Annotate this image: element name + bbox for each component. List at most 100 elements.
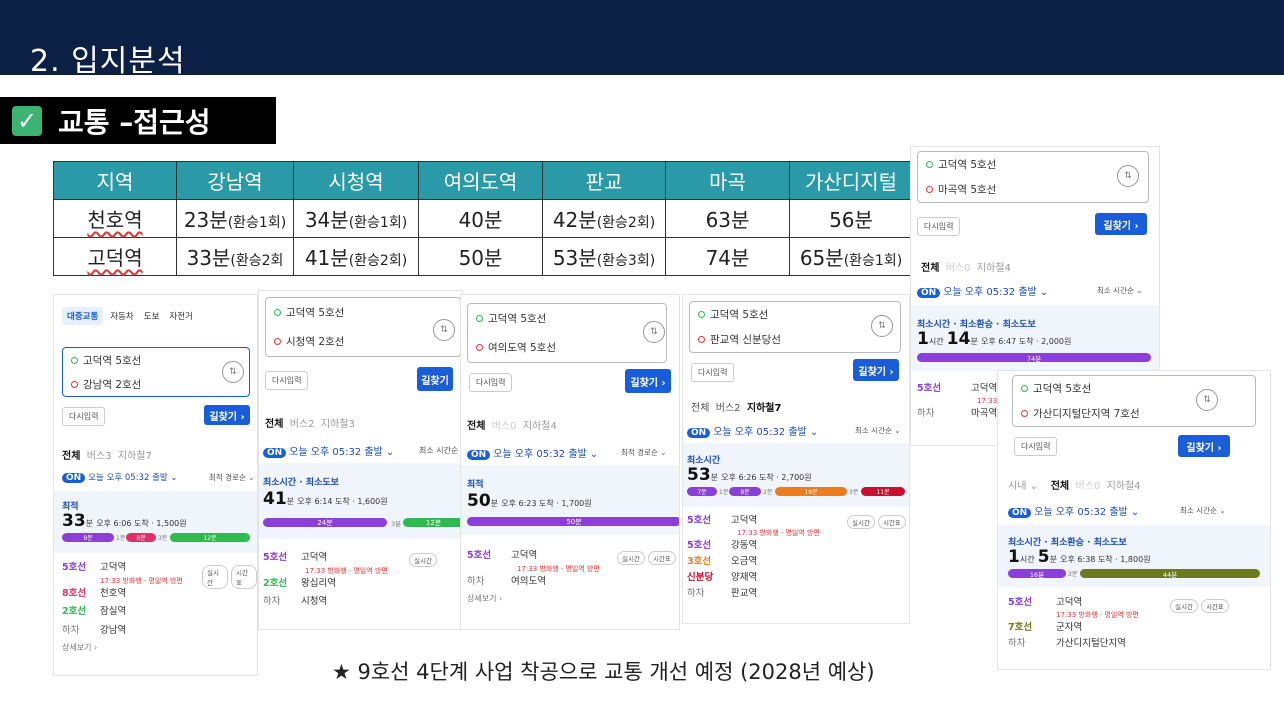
detail-link[interactable]: 상세보기 › <box>467 591 600 606</box>
step: 하차 강남역 <box>62 624 127 636</box>
timetable-button[interactable]: 시간표 <box>877 515 906 529</box>
result-tabs: 전체 버스2 지하철3 <box>265 415 355 430</box>
sort-select[interactable]: 최적 경로순 ⌄ <box>209 472 255 483</box>
swap-icon[interactable]: ⇅ <box>643 321 665 343</box>
realtime-button[interactable]: 실시간 <box>1170 599 1198 613</box>
sort-select[interactable]: 최소 시간순 ⌄ <box>1180 505 1226 516</box>
route-summary[interactable]: 최적 50분 오후 6:23 도착 · 1,700원 50분 <box>461 465 679 535</box>
route-summary[interactable]: 최소시간 · 최소도보 41분 오후 6:14 도착 · 1,600원 24분 … <box>259 463 462 539</box>
tab-region[interactable]: 시내 ⌄ <box>1008 481 1038 492</box>
segment-bar: 8분 <box>729 487 761 496</box>
tab-all[interactable]: 전체 <box>921 263 939 274</box>
sort-select[interactable]: 최소 시간순 ⌄ <box>855 425 901 436</box>
step-actions: 실시간 <box>409 553 437 567</box>
destination-field[interactable]: 여의도역 5호선 <box>468 333 666 362</box>
timetable-button[interactable]: 시간표 <box>647 551 676 565</box>
destination-field[interactable]: 시청역 2호선 <box>266 327 460 356</box>
tab-bus[interactable]: 버스2 <box>716 403 741 414</box>
tab-subway[interactable]: 지하철4 <box>977 263 1011 274</box>
tab-subway[interactable]: 지하철7 <box>747 403 782 414</box>
origin-field[interactable]: 고덕역 5호선 <box>1013 376 1255 401</box>
top-header-bar: 2. 입지분석 <box>0 0 1284 79</box>
time-cell: 41분(환승2회) <box>293 237 419 276</box>
search-button[interactable]: 길찾기 › <box>853 359 899 381</box>
search-button[interactable]: 길찾기 › <box>204 405 250 425</box>
route-summary[interactable]: 최소시간 · 최소환승 · 최소도보 1시간 5분 오후 6:38 도착 · 1… <box>998 525 1270 587</box>
route-input-box: 고덕역 5호선 마곡역 5호선 <box>917 151 1149 203</box>
tab-walk[interactable]: 도보 <box>141 307 163 325</box>
origin-field[interactable]: 고덕역 5호선 <box>468 304 666 333</box>
realtime-button[interactable]: 실시간 <box>617 551 645 565</box>
realtime-button[interactable]: 실시간 <box>409 553 437 567</box>
tab-all[interactable]: 전체 <box>691 403 709 414</box>
reset-button[interactable]: 다시입력 <box>265 371 309 390</box>
step: 하차 여의도역 <box>467 576 546 588</box>
tab-car[interactable]: 자동차 <box>107 307 136 325</box>
realtime-button[interactable]: 실시간 <box>847 515 875 529</box>
origin-field[interactable]: 고덕역 5호선 <box>63 348 249 372</box>
tab-subway[interactable]: 지하철4 <box>523 421 557 432</box>
swap-icon[interactable]: ⇅ <box>1117 165 1139 187</box>
tab-public-transit[interactable]: 대중교통 <box>62 307 104 325</box>
timetable-button[interactable]: 시간표 <box>1200 599 1229 613</box>
destination-field[interactable]: 판교역 신분당선 <box>690 327 900 352</box>
detail-link[interactable]: 상세보기 › <box>62 640 183 655</box>
commute-table: 지역 강남역 시청역 여의도역 판교 마곡 가산디지털 천호역 23분(환승1회… <box>53 161 913 276</box>
realtime-button[interactable]: 실시간 <box>202 565 228 589</box>
col-header: 시청역 <box>293 161 419 200</box>
search-button[interactable]: 길찾기 › <box>625 369 671 393</box>
reset-button[interactable]: 다시입력 <box>62 407 106 426</box>
destination-field[interactable]: 가산디지털단지역 7호선 <box>1013 401 1255 426</box>
route-screenshot-pangyo: 고덕역 5호선 판교역 신분당선 ⇅ 다시입력 길찾기 › 전체 버스2 지하철… <box>682 294 910 624</box>
area-cell: 고덕역 <box>53 237 177 276</box>
route-steps: 5호선 고덕역 17:33 방 하차 마곡역 <box>917 381 1006 422</box>
origin-field[interactable]: 고덕역 5호선 <box>266 298 460 327</box>
sort-select[interactable]: 최적 경로순 ⌄ <box>621 447 667 458</box>
departure-time[interactable]: ON 오늘 오후 05:32 출발 ⌄ <box>467 445 598 460</box>
segment-label: 3분 <box>391 520 402 528</box>
destination-field[interactable]: 마곡역 5호선 <box>918 177 1148 202</box>
route-summary[interactable]: 최소시간 · 최소환승 · 최소도보 1시간 14분 오후 6:47 도착 · … <box>911 305 1159 371</box>
origin-field[interactable]: 고덕역 5호선 <box>918 152 1148 177</box>
reset-button[interactable]: 다시입력 <box>469 373 513 392</box>
reset-button[interactable]: 다시입력 <box>691 363 735 382</box>
tab-bus[interactable]: 버스2 <box>290 419 315 430</box>
tab-all[interactable]: 전체 <box>62 451 80 462</box>
tab-bus[interactable]: 버스0 <box>946 263 971 274</box>
tab-subway[interactable]: 지하철7 <box>118 451 152 462</box>
origin-field[interactable]: 고덕역 5호선 <box>690 302 900 327</box>
tab-all[interactable]: 전체 <box>1051 481 1069 492</box>
route-input-box: 고덕역 5호선 판교역 신분당선 <box>689 301 901 353</box>
departure-time[interactable]: ON 오늘 오후 05:32 출발 ⌄ <box>62 471 178 483</box>
tab-all[interactable]: 전체 <box>467 421 485 432</box>
tab-bike[interactable]: 자전거 <box>166 307 195 325</box>
search-button[interactable]: 길찾기 › <box>1095 213 1147 235</box>
departure-time[interactable]: ON 오늘 오후 05:32 출발 ⌄ <box>263 443 394 458</box>
summary-label: 최적 <box>467 480 484 490</box>
section-banner: ✓ 교통 –접근성 <box>0 97 276 144</box>
tab-subway[interactable]: 지하철4 <box>1107 481 1141 492</box>
tab-all[interactable]: 전체 <box>265 419 283 430</box>
swap-icon[interactable]: ⇅ <box>222 361 244 383</box>
reset-button[interactable]: 다시입력 <box>917 217 961 236</box>
reset-button[interactable]: 다시입력 <box>1014 437 1058 456</box>
sort-select[interactable]: 최소 시간순 ⌄ <box>1097 285 1143 296</box>
timetable-button[interactable]: 시간표 <box>231 565 257 589</box>
swap-icon[interactable]: ⇅ <box>1196 389 1218 411</box>
departure-time[interactable]: ON 오늘 오후 05:32 출발 ⌄ <box>1008 503 1139 518</box>
swap-icon[interactable]: ⇅ <box>433 319 455 341</box>
tab-bus[interactable]: 버스0 <box>492 421 517 432</box>
tab-bus[interactable]: 버스0 <box>1075 481 1100 492</box>
search-button[interactable]: 길찾기 <box>417 367 453 391</box>
destination-field[interactable]: 강남역 2호선 <box>63 372 249 396</box>
sort-select[interactable]: 최소 시간순 <box>419 445 458 456</box>
route-summary[interactable]: 최적 33분 오후 6:06 도착 · 1,500원 9분 1분 8분 3분 1… <box>54 491 257 553</box>
tab-bus[interactable]: 버스3 <box>87 451 112 462</box>
search-button[interactable]: 길찾기 › <box>1178 435 1230 457</box>
departure-time[interactable]: ON 오늘 오후 05:32 출발 ⌄ <box>687 423 818 438</box>
tab-subway[interactable]: 지하철3 <box>321 419 355 430</box>
departure-time[interactable]: ON 오늘 오후 05:32 출발 ⌄ <box>917 283 1048 298</box>
route-summary[interactable]: 최소시간 53분 오후 6:26 도착 · 2,700원 7분 1분 8분 2분… <box>683 443 909 507</box>
swap-icon[interactable]: ⇅ <box>871 315 893 337</box>
route-screenshot-yeouido: 고덕역 5호선 여의도역 5호선 ⇅ 다시입력 길찾기 › 전체 버스0 지하철… <box>460 294 680 630</box>
